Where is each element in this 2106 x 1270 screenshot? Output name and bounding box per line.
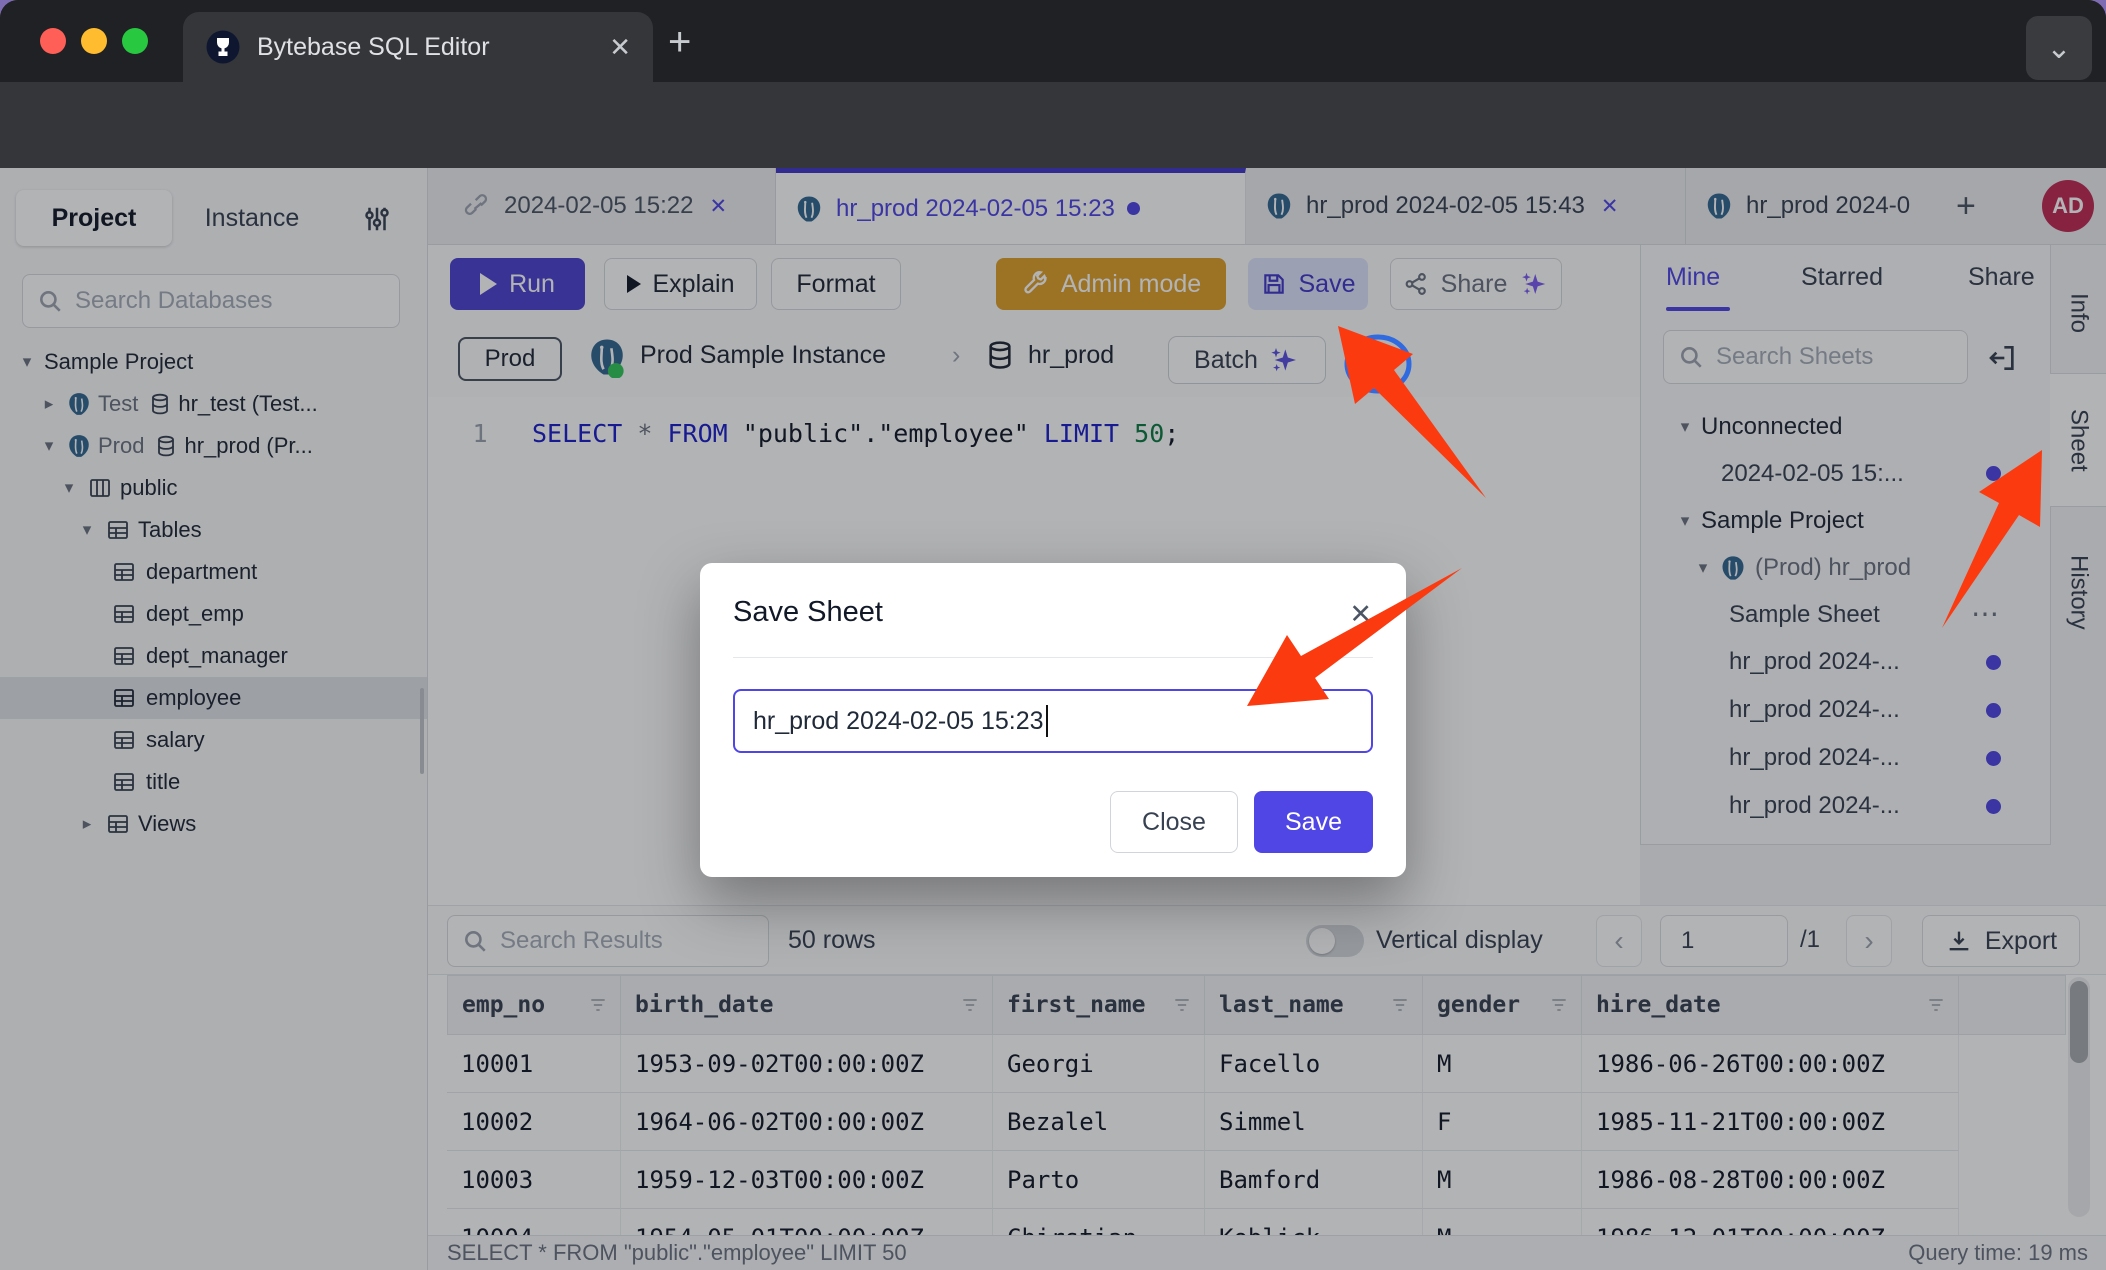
browser-window: Bytebase SQL Editor ✕ + ⌄ ← → localhost:… (0, 0, 2106, 1270)
dialog-divider (733, 657, 1373, 658)
bytebase-favicon (205, 29, 241, 65)
dialog-save-button[interactable]: Save (1254, 791, 1373, 853)
browser-tab-title: Bytebase SQL Editor (257, 33, 593, 62)
dialog-close-button[interactable]: Close (1110, 791, 1238, 853)
window-zoom-button[interactable] (122, 28, 148, 54)
window-close-button[interactable] (40, 28, 66, 54)
chevron-down-icon: ⌄ (2046, 31, 2071, 66)
browser-tabstrip: Bytebase SQL Editor ✕ + ⌄ (0, 0, 2106, 82)
save-sheet-dialog: Save Sheet ✕ hr_prod 2024-02-05 15:23 Cl… (700, 563, 1406, 877)
dialog-close-icon[interactable]: ✕ (1349, 599, 1372, 630)
dialog-title: Save Sheet (733, 596, 883, 629)
sheet-name-input[interactable]: hr_prod 2024-02-05 15:23 (733, 689, 1373, 753)
browser-tab-close-icon[interactable]: ✕ (609, 32, 631, 63)
desktop: Bytebase SQL Editor ✕ + ⌄ ← → localhost:… (0, 0, 2106, 1270)
text-caret (1046, 705, 1048, 737)
browser-toolbar: ← → localhost:8080/sql-editor/prod-sampl… (0, 82, 2106, 168)
new-tab-button[interactable]: + (668, 20, 691, 65)
browser-tab[interactable]: Bytebase SQL Editor ✕ (183, 12, 653, 82)
window-minimize-button[interactable] (81, 28, 107, 54)
tab-search-button[interactable]: ⌄ (2026, 16, 2092, 80)
